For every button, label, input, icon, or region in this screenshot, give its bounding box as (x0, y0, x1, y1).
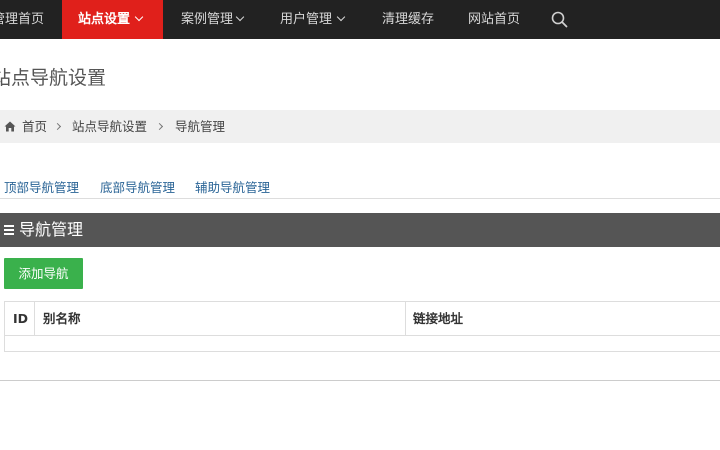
nav-item-label: 案例管理 (181, 12, 234, 27)
nav-item-admin-home[interactable]: 管理首页 (0, 0, 54, 39)
nav-table: ID 别名称 链接地址 (4, 301, 720, 352)
column-divider (34, 302, 35, 336)
column-divider (405, 302, 406, 336)
nav-item-user-management[interactable]: 用户管理 (280, 0, 360, 39)
panel-header: 导航管理 (0, 213, 720, 247)
table-header-row: ID 别名称 链接地址 (5, 302, 720, 336)
column-header-id: ID (13, 311, 29, 326)
add-nav-button[interactable]: 添加导航 (4, 258, 83, 289)
search-button[interactable] (550, 10, 570, 30)
chevron-down-icon (336, 12, 346, 22)
chevron-right-icon (53, 122, 62, 131)
search-icon (551, 11, 568, 28)
nav-item-label: 清理缓存 (382, 12, 435, 27)
nav-item-website-home[interactable]: 网站首页 (468, 0, 528, 39)
panel-title: 导航管理 (19, 220, 84, 239)
chevron-down-icon (134, 12, 144, 22)
tab-auxiliary-nav[interactable]: 辅助导航管理 (195, 177, 270, 196)
chevron-down-icon (235, 12, 245, 22)
page-title: 站点导航设置 (0, 67, 107, 89)
nav-item-label: 网站首页 (468, 12, 521, 27)
tabs-divider (0, 198, 720, 199)
menu-icon (4, 225, 14, 235)
nav-item-site-settings[interactable]: 站点设置 (62, 0, 163, 39)
breadcrumb: 首页 站点导航设置 导航管理 (0, 110, 720, 143)
chevron-right-icon (155, 122, 164, 131)
breadcrumb-site-nav-settings[interactable]: 站点导航设置 (72, 110, 147, 143)
tab-bottom-nav[interactable]: 底部导航管理 (100, 177, 175, 196)
nav-item-label: 管理首页 (0, 12, 45, 27)
column-header-alias: 别名称 (43, 311, 81, 326)
nav-item-clear-cache[interactable]: 清理缓存 (382, 0, 442, 39)
tab-top-nav[interactable]: 顶部导航管理 (4, 177, 79, 196)
home-icon (4, 121, 16, 132)
nav-item-case-management[interactable]: 案例管理 (181, 0, 261, 39)
nav-item-label: 用户管理 (280, 12, 333, 27)
column-header-link: 链接地址 (413, 311, 464, 326)
nav-item-label: 站点设置 (78, 12, 131, 27)
breadcrumb-home[interactable]: 首页 (22, 110, 47, 143)
content-divider (0, 380, 720, 381)
breadcrumb-current: 导航管理 (175, 119, 226, 134)
top-navbar: 管理首页 站点设置 案例管理 用户管理 清理缓存 网站首页 (0, 0, 720, 39)
